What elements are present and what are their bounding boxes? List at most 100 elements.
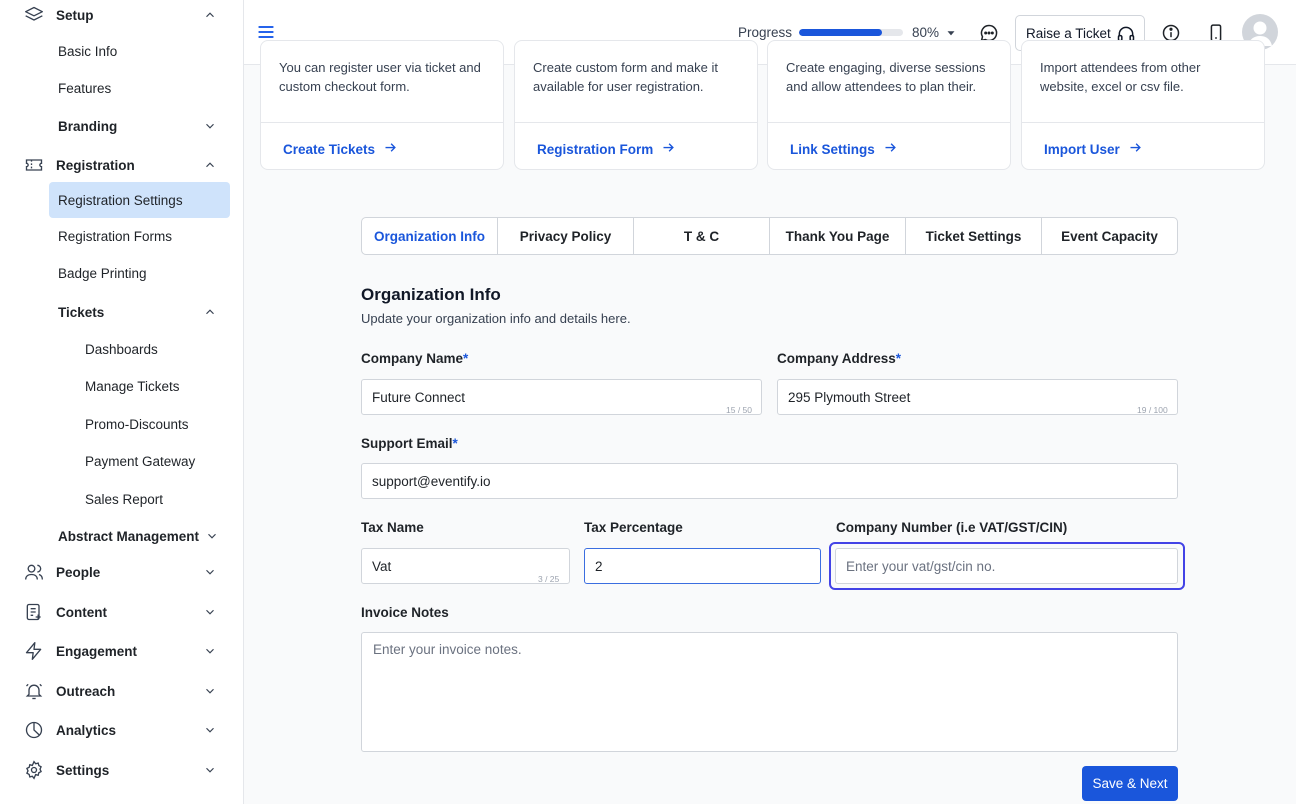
- support-email-input[interactable]: support@eventify.io: [361, 463, 1178, 499]
- arrow-right-icon: [1128, 140, 1143, 158]
- tab-thank-you-page[interactable]: Thank You Page: [770, 218, 906, 254]
- sidebar-item-outreach[interactable]: Outreach: [0, 673, 243, 709]
- import-user-link[interactable]: Import User: [1044, 140, 1143, 158]
- progress-percent: 80%: [912, 25, 940, 40]
- link-label: Import User: [1044, 141, 1120, 157]
- sidebar-item-setup[interactable]: Setup: [0, 0, 243, 33]
- sidebar-item-registration-forms[interactable]: Registration Forms: [0, 218, 243, 254]
- sidebar-item-promo-discounts[interactable]: Promo-Discounts: [0, 406, 243, 442]
- arrow-right-icon: [661, 140, 676, 158]
- sidebar-item-registration[interactable]: Registration: [0, 147, 243, 183]
- required-mark: *: [452, 436, 458, 451]
- sidebar-item-branding[interactable]: Branding: [0, 108, 243, 144]
- company-name-input[interactable]: Future Connect: [361, 379, 762, 415]
- sidebar-item-manage-tickets[interactable]: Manage Tickets: [0, 368, 243, 404]
- sidebar-item-label: Payment Gateway: [85, 453, 196, 469]
- sidebar-item-label: Abstract Management: [58, 528, 200, 544]
- arrow-right-icon: [883, 140, 898, 158]
- textarea-placeholder: Enter your invoice notes.: [373, 642, 522, 657]
- support-email-label: Support Email*: [361, 436, 458, 451]
- label-text: Company Address: [777, 351, 896, 366]
- link-settings-link[interactable]: Link Settings: [790, 140, 898, 158]
- sidebar-item-label: Registration Forms: [58, 228, 173, 244]
- sidebar-item-payment-gateway[interactable]: Payment Gateway: [0, 443, 243, 479]
- people-icon: [22, 560, 46, 584]
- sidebar-item-label: Content: [56, 604, 107, 620]
- save-next-button[interactable]: Save & Next: [1082, 766, 1178, 801]
- input-value: 2: [595, 558, 603, 574]
- sidebar-item-label: Settings: [56, 762, 110, 778]
- section-subtitle: Update your organization info and detail…: [361, 311, 631, 326]
- section-title: Organization Info: [361, 285, 501, 304]
- chevron-down-icon: [200, 602, 220, 622]
- sidebar-item-basic-info[interactable]: Basic Info: [0, 33, 243, 69]
- tax-name-label: Tax Name: [361, 520, 424, 535]
- layers-icon: [22, 3, 46, 27]
- chevron-up-icon: [200, 5, 220, 25]
- sidebar-item-abstract-management[interactable]: Abstract Management: [0, 518, 243, 554]
- input-placeholder: Enter your vat/gst/cin no.: [846, 558, 996, 574]
- sidebar-item-features[interactable]: Features: [0, 70, 243, 106]
- document-edit-icon: [22, 600, 46, 624]
- bell-icon: [22, 679, 46, 703]
- label-text: Company Name: [361, 351, 464, 366]
- pie-chart-icon: [22, 718, 46, 742]
- sidebar-item-dashboards[interactable]: Dashboards: [0, 331, 243, 367]
- chevron-up-icon: [200, 155, 220, 175]
- sidebar-item-badge-printing[interactable]: Badge Printing: [0, 255, 243, 291]
- sidebar: Setup Basic Info Features Branding Regis…: [0, 0, 244, 804]
- invoice-notes-textarea[interactable]: Enter your invoice notes.: [361, 632, 1178, 752]
- progress-bar-fill: [799, 29, 883, 36]
- arrow-right-icon: [383, 140, 398, 158]
- required-mark: *: [895, 351, 902, 366]
- registration-form-link[interactable]: Registration Form: [537, 140, 676, 158]
- tab-ticket-settings[interactable]: Ticket Settings: [906, 218, 1042, 254]
- chevron-down-icon: [200, 641, 220, 661]
- card-divider: [768, 122, 1010, 123]
- tab-event-capacity[interactable]: Event Capacity: [1042, 218, 1177, 254]
- sidebar-item-sales-report[interactable]: Sales Report: [0, 481, 243, 517]
- tab-privacy-policy[interactable]: Privacy Policy: [498, 218, 634, 254]
- sidebar-item-label: Setup: [56, 7, 94, 23]
- company-number-label: Company Number (i.e VAT/GST/CIN): [836, 520, 1068, 535]
- sidebar-item-settings[interactable]: Settings: [0, 752, 243, 788]
- tab-terms-conditions[interactable]: T & C: [634, 218, 770, 254]
- tax-percentage-label: Tax Percentage: [584, 520, 683, 535]
- sidebar-item-tickets[interactable]: Tickets: [0, 294, 243, 330]
- card-description: You can register user via ticket and cus…: [279, 60, 481, 94]
- link-label: Registration Form: [537, 141, 654, 157]
- label-text: Support Email: [361, 436, 453, 451]
- invoice-notes-label: Invoice Notes: [361, 605, 449, 620]
- card-import: Import attendees from other website, exc…: [1021, 40, 1265, 170]
- sidebar-item-label: Analytics: [56, 722, 117, 738]
- input-value: Vat: [372, 558, 392, 574]
- sidebar-item-label: Engagement: [56, 643, 138, 659]
- chevron-down-icon: [202, 526, 222, 546]
- caret-down-icon[interactable]: [944, 26, 958, 40]
- sidebar-item-engagement[interactable]: Engagement: [0, 633, 243, 669]
- card-tickets: You can register user via ticket and cus…: [260, 40, 504, 170]
- tax-percentage-input[interactable]: 2: [584, 548, 821, 584]
- sidebar-item-registration-settings[interactable]: Registration Settings: [0, 182, 243, 218]
- sidebar-item-label: Promo-Discounts: [85, 416, 189, 432]
- tab-organization-info[interactable]: Organization Info: [362, 218, 498, 254]
- sidebar-item-analytics[interactable]: Analytics: [0, 712, 243, 748]
- company-address-input[interactable]: 295 Plymouth Street: [777, 379, 1178, 415]
- sidebar-item-label: Registration Settings: [58, 192, 183, 208]
- chevron-down-icon: [200, 681, 220, 701]
- menu-icon[interactable]: [256, 22, 276, 42]
- card-sessions: Create engaging, diverse sessions and al…: [767, 40, 1011, 170]
- sidebar-item-content[interactable]: Content: [0, 594, 243, 630]
- create-tickets-link[interactable]: Create Tickets: [283, 140, 398, 158]
- sidebar-item-label: Tickets: [58, 304, 105, 320]
- company-address-label: Company Address*: [777, 351, 901, 366]
- chevron-down-icon: [200, 760, 220, 780]
- card-divider: [515, 122, 757, 123]
- chevron-down-icon: [200, 116, 220, 136]
- required-mark: *: [463, 351, 469, 366]
- card-divider: [1022, 122, 1264, 123]
- sidebar-item-people[interactable]: People: [0, 554, 243, 590]
- chevron-down-icon: [200, 562, 220, 582]
- company-number-input[interactable]: Enter your vat/gst/cin no.: [835, 548, 1178, 584]
- sidebar-item-label: Registration: [56, 157, 135, 173]
